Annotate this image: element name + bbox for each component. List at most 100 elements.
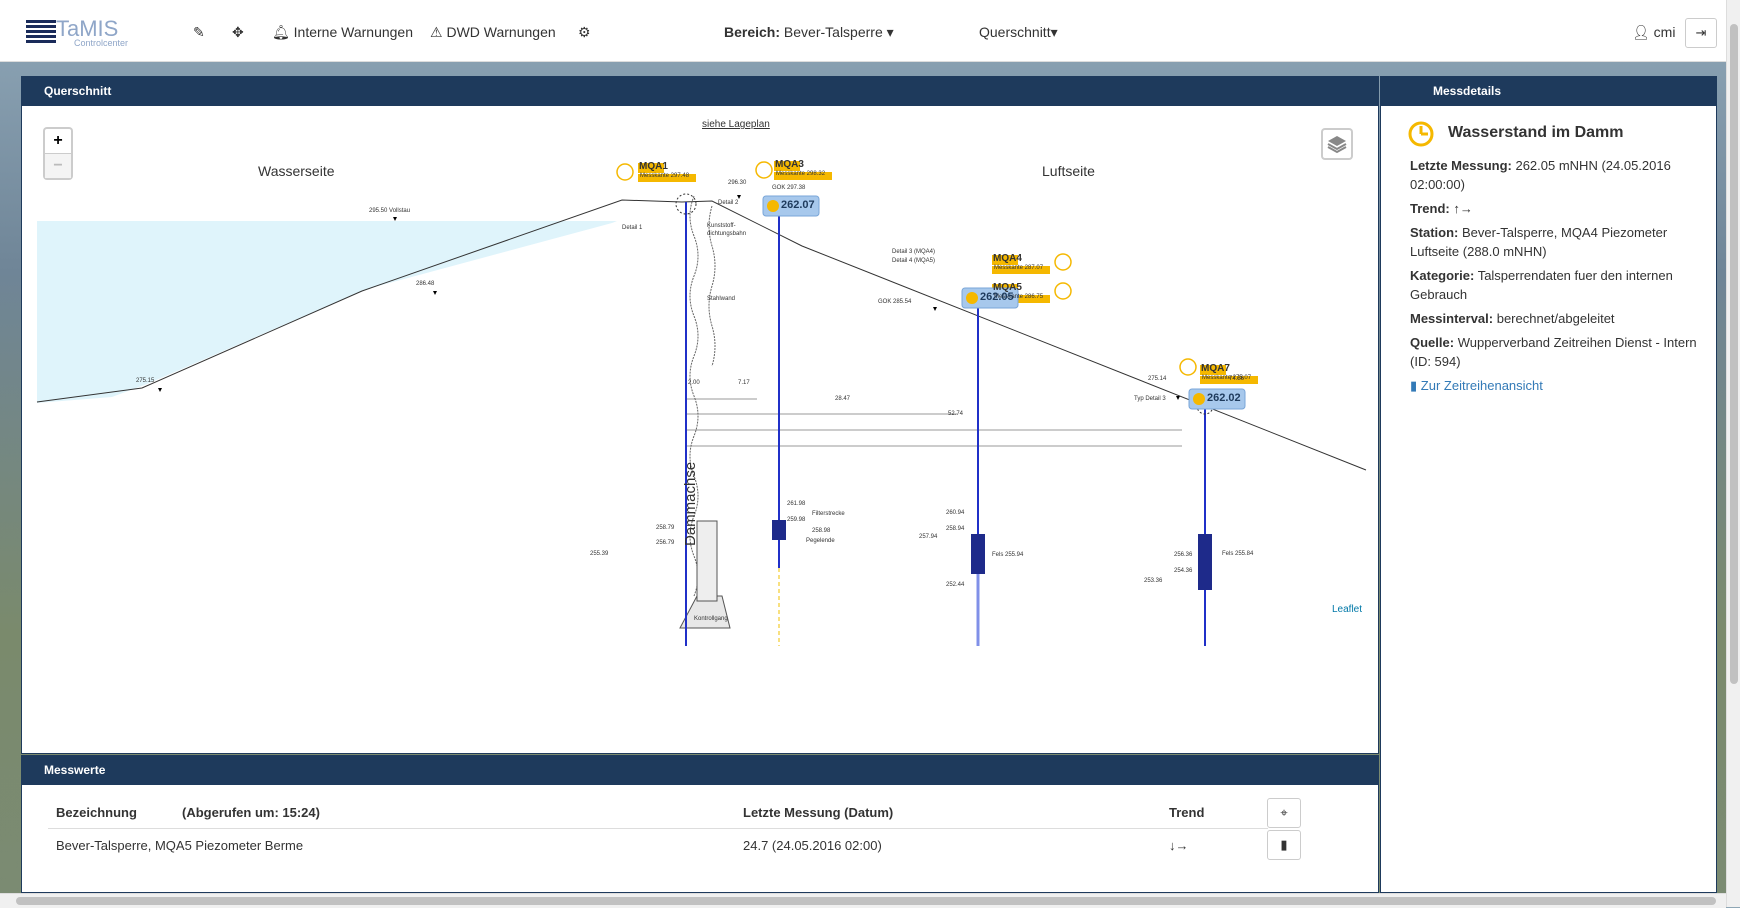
fels-25584-label: Fels 255.84	[1222, 551, 1254, 557]
top-navbar: TaMIS Controlcenter ✎ ✥ 🔔︎ Interne Warnu…	[0, 0, 1740, 62]
elevation-marker	[433, 291, 437, 295]
zoom-out-button[interactable]: −	[45, 153, 71, 178]
value-popup-mqa4[interactable]: 262.05	[980, 291, 1014, 303]
mqa1-label[interactable]: MQA1	[639, 161, 668, 172]
station-label: Station:	[1410, 225, 1459, 240]
mqa4-label[interactable]: MQA4	[993, 253, 1022, 264]
mqa1-sublabel: Messkante 297.48	[640, 173, 690, 179]
clock-icon	[1408, 121, 1434, 147]
sign-out-icon: ⇥	[1695, 25, 1707, 40]
bell-icon: 🔔︎	[272, 24, 290, 40]
elev-25894-label: 258.94	[946, 526, 965, 532]
wasserseite-label: Wasserseite	[258, 163, 335, 179]
mqa5-clock-icon	[1054, 282, 1072, 300]
messdetails-panel: Messdetails Wasserstand im Damm Letzte M…	[1380, 76, 1717, 893]
elev-25336-label: 253.36	[1144, 578, 1163, 584]
tamis-logo[interactable]: TaMIS Controlcenter	[26, 16, 146, 48]
scrollbar-thumb[interactable]	[1730, 24, 1738, 684]
col-bezeichnung: Bezeichnung	[48, 796, 174, 829]
scrollbar-thumb[interactable]	[16, 897, 1716, 905]
zeitreihe-link[interactable]: ▮ Zur Zeitreihenansicht	[1410, 376, 1700, 395]
elev-25898-label: 258.98	[812, 528, 831, 534]
mqa3-label[interactable]: MQA3	[775, 159, 804, 170]
sun-icon	[1193, 393, 1205, 405]
dichtung-label: dichtungsbahn	[707, 231, 747, 237]
row-name: Bever-Talsperre, MQA5 Piezometer Berme	[56, 837, 304, 853]
detail2-label: Detail 2	[718, 200, 739, 206]
quelle-label: Quelle:	[1410, 335, 1455, 350]
elev-25636-label: 256.36	[1174, 552, 1193, 558]
messinterval-label: Messinterval:	[1410, 311, 1494, 326]
logo-bars-icon	[26, 20, 56, 44]
elev-275b-label: 275.14	[1148, 376, 1167, 382]
querschnitt-dropdown[interactable]: Querschnitt▾	[979, 0, 1058, 62]
elev-74-label: 74.86	[1229, 376, 1245, 382]
elev-26094-label: 260.94	[946, 510, 965, 516]
bereich-dropdown[interactable]: Bereich: Bever-Talsperre ▾	[724, 0, 894, 62]
vertical-scrollbar[interactable]	[1726, 0, 1740, 907]
trend-arrows-icon: ↑→	[1453, 201, 1473, 216]
chart-button[interactable]: ▮	[1267, 830, 1301, 860]
gear-icon[interactable]: ⚙	[578, 0, 591, 62]
interne-warnungen-link[interactable]: 🔔︎ Interne Warnungen	[272, 0, 413, 62]
sun-icon	[767, 200, 779, 212]
horizontal-scrollbar[interactable]	[0, 893, 1726, 908]
value-popup-mqa3[interactable]: 262.07	[781, 199, 815, 211]
leaflet-attribution[interactable]: Leaflet	[1332, 604, 1362, 615]
dammachse-label: Dammachse	[682, 461, 699, 546]
user-name: cmi	[1653, 24, 1676, 40]
cross-section-map[interactable]: siehe Lageplan Wasserseite Luftseite Dam…	[22, 106, 1378, 753]
map-marker-icon: ⌖	[1280, 805, 1288, 820]
dwd-warnungen-link[interactable]: ⚠ DWD Warnungen	[430, 0, 556, 62]
bereich-label: Bereich:	[724, 24, 781, 40]
layers-icon	[1327, 136, 1347, 154]
elevation-marker	[393, 217, 397, 221]
zoom-in-button[interactable]: +	[45, 129, 71, 153]
logout-button[interactable]: ⇥	[1685, 18, 1717, 48]
detail4-label: Detail 4 (MQA5)	[892, 258, 936, 264]
user-menu[interactable]: 👤︎ cmi	[1632, 0, 1675, 62]
caret-down-icon: ▾	[886, 24, 894, 40]
table-row[interactable]: Bever-Talsperre, MQA5 Piezometer Berme 2…	[48, 829, 1268, 862]
zeitreihe-link-label: Zur Zeitreihenansicht	[1420, 378, 1543, 393]
filter-mqa3	[772, 520, 786, 540]
detail1-label: Detail 1	[622, 225, 643, 231]
kategorie-label: Kategorie:	[1410, 268, 1475, 283]
messwerte-panel: Messwerte Bezeichnung (Abgerufen um: 15:…	[21, 755, 1379, 893]
map-marker-button[interactable]: ⌖	[1267, 798, 1301, 828]
siehe-lageplan-link[interactable]: siehe Lageplan	[702, 119, 770, 130]
sealing-wall	[708, 205, 716, 367]
elev-29630-label: 296.30	[728, 180, 747, 186]
row-trend-icon: ↓→	[1169, 837, 1189, 853]
mqa7-label[interactable]: MQA7	[1201, 363, 1230, 374]
querschnitt-nav-label: Querschnitt	[979, 24, 1051, 40]
querschnitt-title: Querschnitt	[22, 77, 1378, 106]
col-abgerufen: (Abgerufen um: 15:24)	[174, 796, 735, 829]
elev-25879-label: 258.79	[656, 525, 675, 531]
pencil-icon[interactable]: ✎	[193, 0, 205, 62]
kontrollgang-label: Kontrollgang	[694, 616, 728, 622]
measure-5274-label: 52.74	[948, 411, 964, 417]
bereich-value: Bever-Talsperre	[783, 24, 883, 40]
measure-2847-label: 28.47	[835, 396, 851, 402]
col-trend: Trend	[1161, 796, 1268, 829]
elevation-marker	[158, 388, 162, 392]
dammachse-column	[696, 520, 718, 602]
zoom-control: + −	[43, 127, 73, 180]
detail3-label: Detail 3 (MQA4)	[892, 249, 936, 255]
letzte-messung-row: Letzte Messung: 262.05 mNHN (24.05.2016 …	[1410, 156, 1700, 194]
layers-button[interactable]	[1321, 128, 1353, 160]
move-icon[interactable]: ✥	[232, 0, 244, 62]
elev-25539-label: 255.39	[590, 551, 609, 557]
quelle-row: Quelle: Wupperverband Zeitreihen Dienst …	[1410, 333, 1700, 371]
measure-200-label: 2.00	[688, 380, 700, 386]
mqa3-sublabel: Messkante 298.32	[776, 171, 826, 177]
user-icon: 👤︎	[1632, 24, 1650, 40]
pegelende-label: Pegelende	[806, 538, 835, 544]
messdetails-title: Messdetails	[1381, 77, 1716, 106]
messinterval-value: berechnet/abgeleitet	[1496, 311, 1615, 326]
stahlwand-label: Stahlwand	[707, 296, 736, 302]
value-popup-mqa7[interactable]: 262.02	[1207, 392, 1241, 404]
mqa1-clock-icon	[616, 163, 634, 181]
querschnitt-panel: Querschnitt siehe Lageplan Wasserseite L…	[21, 76, 1379, 754]
